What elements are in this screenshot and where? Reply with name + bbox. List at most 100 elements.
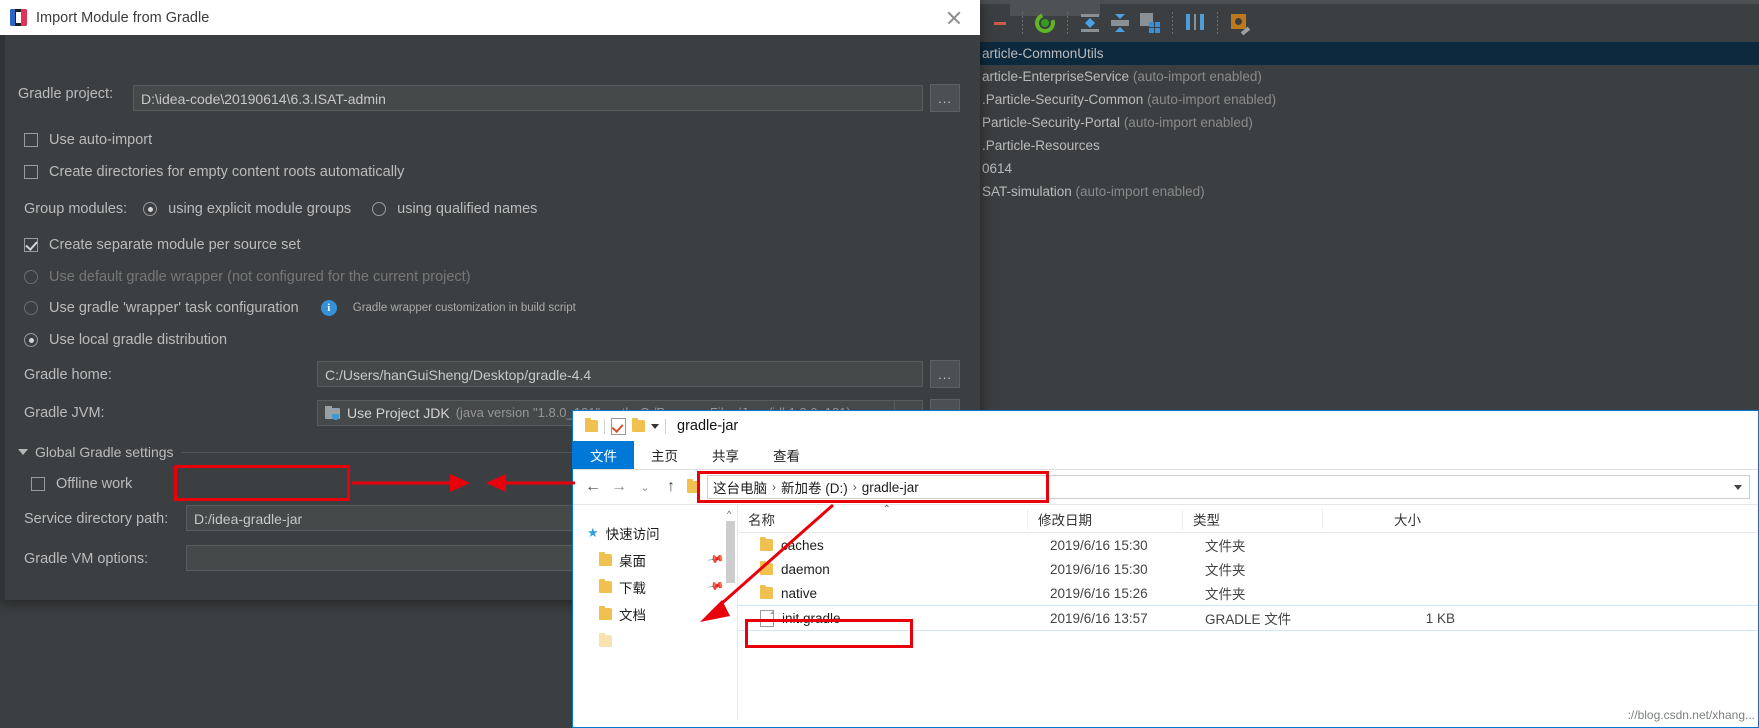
sidebar-item-label: 快速访问: [605, 526, 660, 542]
close-icon[interactable]: [944, 8, 964, 28]
file-name: caches: [781, 537, 824, 553]
module-list-item[interactable]: Particle-Security-Portal (auto-import en…: [980, 111, 1759, 134]
separate-module-checkbox-row[interactable]: Create separate module per source set: [24, 237, 300, 253]
local-distribution-label: Use local gradle distribution: [49, 332, 228, 348]
offline-work-checkbox-row[interactable]: Offline work: [31, 476, 132, 492]
explorer-title: gradle-jar: [677, 418, 739, 434]
triangle-down-icon[interactable]: [18, 449, 28, 455]
module-list: article-CommonUtils article-EnterpriseSe…: [980, 42, 1759, 203]
table-row[interactable]: init.gradle 2019/6/16 13:57 GRADLE 文件 1 …: [738, 605, 1758, 631]
module-list-item[interactable]: .Particle-Security-Common (auto-import e…: [980, 88, 1759, 111]
local-distribution-radio[interactable]: [24, 333, 38, 347]
sidebar-item-documents[interactable]: 文档 📌: [573, 600, 737, 627]
module-list-item[interactable]: article-CommonUtils: [980, 42, 1759, 65]
local-distribution-radio-row[interactable]: Use local gradle distribution: [24, 332, 227, 348]
folder-icon: [760, 585, 773, 599]
sidebar-scrollbar[interactable]: ^: [724, 505, 737, 719]
module-name: .Particle-Resources: [982, 138, 1100, 153]
module-list-item[interactable]: SAT-simulation (auto-import enabled): [980, 180, 1759, 203]
ide-toolbar: [985, 8, 1255, 38]
tab-share[interactable]: 共享: [695, 441, 756, 469]
wrapper-task-radio[interactable]: [24, 301, 38, 315]
column-header-modified[interactable]: 修改日期: [1028, 508, 1183, 529]
arrow-up-icon[interactable]: ↑: [659, 475, 683, 499]
expand-all-icon[interactable]: [1075, 9, 1105, 37]
breadcrumb-item-0[interactable]: 这台电脑: [713, 477, 767, 497]
gradle-project-input[interactable]: D:\idea-code\20190614\6.3.ISAT-admin: [133, 85, 923, 111]
tab-file[interactable]: 文件: [573, 441, 634, 469]
breadcrumb-item-2[interactable]: gradle-jar: [862, 480, 919, 495]
arrow-right-icon[interactable]: →: [607, 475, 631, 499]
chevron-down-icon[interactable]: [651, 423, 659, 429]
info-icon[interactable]: i: [320, 300, 337, 316]
gradle-home-input[interactable]: C:/Users/hanGuiSheng/Desktop/gradle-4.4: [317, 361, 923, 387]
use-auto-import-checkbox[interactable]: [24, 133, 38, 147]
table-row[interactable]: native 2019/6/16 15:26 文件夹: [738, 581, 1758, 605]
create-directories-checkbox-row[interactable]: Create directories for empty content roo…: [24, 164, 404, 180]
use-auto-import-label: Use auto-import: [49, 132, 153, 148]
column-header-size[interactable]: 大小: [1323, 509, 1433, 529]
group-modules-row: Group modules: using explicit module gro…: [24, 201, 537, 217]
sidebar-item-partial[interactable]: [573, 627, 737, 654]
folder-icon[interactable]: [585, 418, 598, 432]
modules-icon[interactable]: [1135, 9, 1165, 37]
service-directory-label: Service directory path:: [24, 511, 169, 527]
module-note: (auto-import enabled): [1132, 69, 1262, 84]
group-modules-label: Group modules:: [24, 201, 128, 217]
table-row[interactable]: daemon 2019/6/16 15:30 文件夹: [738, 557, 1758, 581]
create-directories-checkbox[interactable]: [24, 165, 38, 179]
table-row[interactable]: caches 2019/6/16 15:30 文件夹: [738, 533, 1758, 557]
toolbar-separator: [1217, 12, 1218, 34]
offline-work-checkbox[interactable]: [31, 477, 45, 491]
module-name: Particle-Security-Portal: [982, 115, 1121, 130]
module-list-item[interactable]: .Particle-Resources: [980, 134, 1759, 157]
wrapper-task-radio-row[interactable]: Use gradle 'wrapper' task configuration …: [24, 300, 576, 316]
scrollbar-thumb[interactable]: [726, 521, 735, 583]
group-modules-qualified-radio[interactable]: [372, 202, 387, 216]
sidebar-item-quick-access[interactable]: ★ 快速访问: [573, 519, 737, 546]
gradle-jvm-label: Gradle JVM:: [24, 405, 105, 421]
tab-view[interactable]: 查看: [756, 441, 817, 469]
folder-icon: [687, 479, 700, 493]
chevron-down-icon[interactable]: [1734, 484, 1742, 490]
gear-icon[interactable]: [1225, 9, 1255, 37]
use-auto-import-checkbox-row[interactable]: Use auto-import: [24, 132, 152, 148]
sidebar-item-downloads[interactable]: 下载 📌: [573, 573, 737, 600]
folder-icon[interactable]: [632, 418, 645, 432]
group-modules-explicit-radio[interactable]: [143, 202, 158, 216]
arrow-left-icon[interactable]: ←: [581, 475, 605, 499]
gradle-home-browse-button[interactable]: ...: [930, 360, 960, 388]
download-icon: [599, 578, 612, 593]
column-header-name[interactable]: ⌃ 名称: [738, 504, 1028, 529]
module-note: (auto-import enabled): [1123, 115, 1253, 130]
tab-home[interactable]: 主页: [634, 441, 695, 469]
gradle-project-browse-button[interactable]: ...: [930, 84, 960, 112]
sidebar-item-desktop[interactable]: 桌面 📌: [573, 546, 737, 573]
separate-module-checkbox[interactable]: [24, 238, 38, 252]
vm-options-row: Gradle VM options:: [24, 551, 148, 567]
file-name: native: [781, 585, 818, 601]
chevron-up-icon[interactable]: ^: [727, 509, 731, 519]
intellij-idea-logo: [10, 9, 27, 26]
toolbar-separator: [1067, 12, 1068, 34]
collapse-all-icon[interactable]: [1105, 9, 1135, 37]
group-modules-explicit-label: using explicit module groups: [168, 201, 352, 217]
quick-access-toolbar: gradle-jar: [573, 411, 1758, 441]
toolbar-separator: [1022, 12, 1023, 34]
gradle-home-label: Gradle home:: [24, 367, 112, 383]
vm-options-label: Gradle VM options:: [24, 551, 149, 567]
sidebar-item-label: 桌面: [619, 553, 646, 569]
split-icon[interactable]: [1180, 9, 1210, 37]
module-list-item[interactable]: 0614: [980, 157, 1759, 180]
file-list: ⌃ 名称 修改日期 类型 大小 caches 2019/6/16 15:30 文…: [738, 504, 1758, 719]
file-name-cell: init.gradle: [738, 609, 1050, 627]
column-header-type[interactable]: 类型: [1183, 508, 1323, 529]
module-list-item[interactable]: article-EnterpriseService (auto-import e…: [980, 65, 1759, 88]
refresh-icon[interactable]: [1030, 9, 1060, 37]
recent-locations-chevron-down-icon[interactable]: ⌄: [633, 475, 657, 499]
breadcrumb-item-1[interactable]: 新加卷 (D:): [781, 477, 848, 497]
properties-icon[interactable]: [611, 417, 626, 435]
remove-icon[interactable]: [985, 9, 1015, 37]
sort-ascending-icon: ⌃: [882, 503, 891, 515]
breadcrumb[interactable]: 这台电脑 › 新加卷 (D:) › gradle-jar: [707, 475, 1750, 499]
